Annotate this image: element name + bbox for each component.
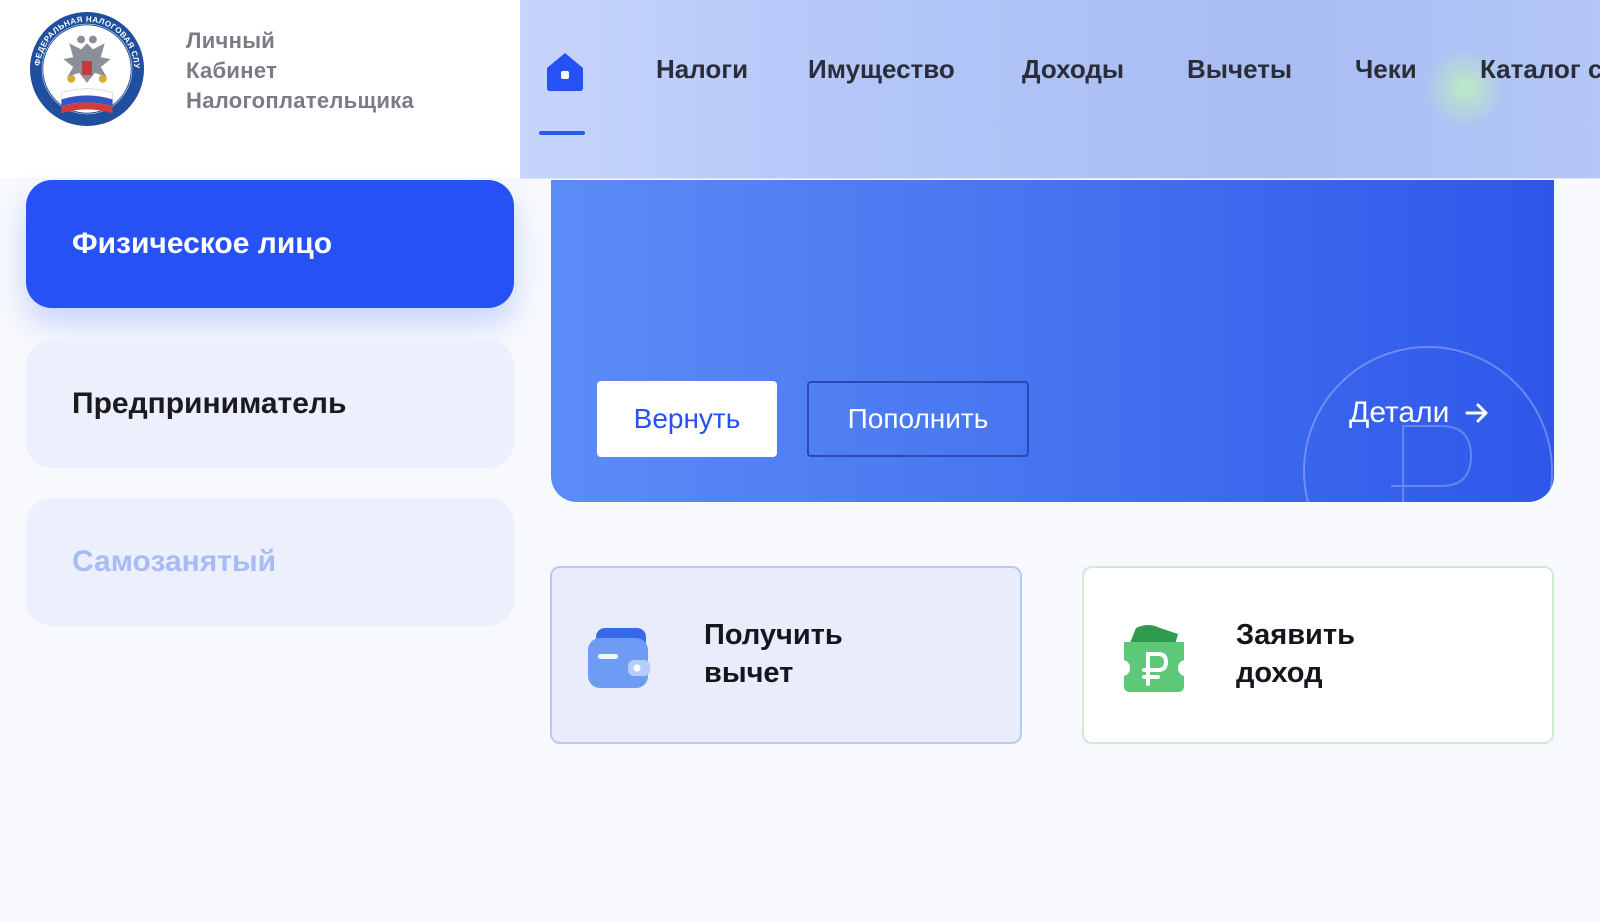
home-active-indicator [539, 131, 585, 135]
nav-income[interactable]: Доходы [1022, 54, 1124, 85]
sidebar-item-label: Предприниматель [72, 387, 347, 420]
details-link[interactable]: Детали [1349, 396, 1491, 430]
top-navigation: Налоги Имущество Доходы Вычеты Чеки Ката… [520, 0, 1600, 179]
wallet-icon [588, 628, 650, 688]
get-deduction-card[interactable]: Получить вычет [550, 566, 1022, 744]
brand-title: Личный Кабинет Налогоплательщика [186, 26, 414, 116]
nav-deductions[interactable]: Вычеты [1187, 54, 1292, 85]
title-line-2: вычет [704, 657, 794, 689]
home-icon[interactable] [542, 48, 588, 94]
nav-receipts[interactable]: Чеки [1355, 54, 1417, 85]
brand-line-2: Кабинет [186, 58, 278, 83]
brand-line-3: Налогоплательщика [186, 88, 415, 113]
nav-catalog[interactable]: Каталог с [1480, 54, 1600, 85]
return-button[interactable]: Вернуть [597, 381, 777, 457]
arrow-right-icon [1465, 403, 1488, 423]
nav-taxes[interactable]: Налоги [656, 54, 748, 85]
brand-line-1: Личный [186, 28, 276, 53]
topup-button[interactable]: Пополнить [807, 381, 1029, 457]
sidebar-item-entrepreneur[interactable]: Предприниматель [26, 340, 514, 468]
sidebar-item-individual[interactable]: Физическое лицо [26, 180, 514, 308]
declare-income-card[interactable]: Заявить доход [1082, 566, 1554, 744]
get-deduction-title: Получить вычет [704, 616, 944, 692]
title-line-1: Получить [704, 619, 843, 651]
sidebar-item-label: Физическое лицо [72, 227, 333, 260]
balance-banner: Вернуть Пополнить Детали [551, 180, 1554, 502]
title-line-2: доход [1236, 657, 1323, 689]
sidebar-item-self-employed[interactable]: Самозанятый [26, 498, 514, 626]
fns-emblem-logo[interactable]: ФЕДЕРАЛЬНАЯ НАЛОГОВАЯ СЛУЖБА [28, 10, 146, 128]
declare-income-title: Заявить доход [1236, 616, 1476, 692]
brand-block: ФЕДЕРАЛЬНАЯ НАЛОГОВАЯ СЛУЖБА Личный Каби… [0, 0, 520, 178]
sidebar-item-label: Самозанятый [72, 545, 277, 578]
title-line-1: Заявить [1236, 619, 1355, 651]
details-label: Детали [1349, 396, 1450, 429]
nav-property[interactable]: Имущество [808, 54, 955, 85]
ruble-ticket-icon [1124, 625, 1184, 692]
